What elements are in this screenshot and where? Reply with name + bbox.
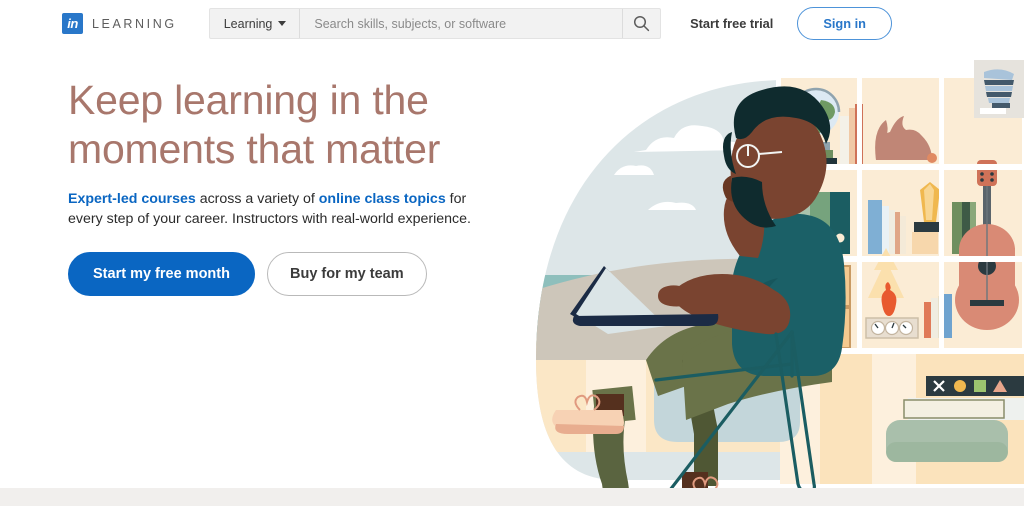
picture-shape-7 — [980, 108, 1006, 114]
tuning-peg-6 — [990, 178, 994, 182]
online-class-topics-link[interactable]: online class topics — [319, 191, 446, 207]
book-ivory-2 — [931, 298, 938, 338]
hero-cta-group: Start my free month Buy for my team — [68, 252, 498, 296]
picture-shape-6 — [992, 103, 1010, 108]
clock-row — [865, 317, 919, 339]
hero-copy: Keep learning in the moments that matter… — [68, 76, 498, 296]
picture-shape-4 — [986, 92, 1012, 97]
linkedin-in-icon: in — [62, 13, 83, 34]
picture-shape-5 — [988, 98, 1010, 103]
footer-band — [0, 488, 1024, 506]
search-bar: Learning — [208, 8, 662, 39]
guitar-headstock — [977, 160, 997, 186]
expert-led-courses-link[interactable]: Expert-led courses — [68, 191, 196, 207]
book-blue-2 — [944, 294, 952, 338]
square-icon — [974, 380, 986, 392]
cat-toy-ball — [927, 153, 937, 163]
picture-shape-2 — [984, 80, 1014, 85]
search-scope-label: Learning — [223, 16, 273, 31]
book-light — [900, 216, 906, 254]
logo-wordmark: LEARNING — [92, 16, 177, 31]
book-salmon — [895, 212, 900, 254]
vase-stand-base — [912, 232, 938, 254]
search-input[interactable] — [300, 9, 623, 38]
shelf-divider-v1 — [857, 78, 862, 352]
search-icon — [634, 15, 650, 32]
tuning-peg-5 — [980, 178, 984, 182]
headline-line-1: Keep learning in the — [68, 77, 429, 123]
framed-picture — [974, 60, 1024, 118]
search-scope-dropdown[interactable]: Learning — [210, 9, 301, 38]
book-white — [882, 206, 889, 254]
page-title: Keep learning in the moments that matter — [68, 76, 498, 174]
hero-illustration — [496, 60, 1024, 490]
book-peach — [849, 108, 855, 166]
ottoman-shadow — [886, 442, 1008, 462]
book-stack-mid — [903, 399, 1005, 419]
buy-for-my-team-button[interactable]: Buy for my team — [266, 252, 427, 296]
subcopy-text-1: across a variety of — [195, 191, 319, 207]
chevron-down-icon — [278, 21, 287, 26]
header-actions: Start free trial Sign in — [690, 7, 892, 40]
book-cream — [840, 116, 849, 166]
sign-in-button[interactable]: Sign in — [797, 7, 892, 40]
site-header: in LEARNING Learning Start free trial Si… — [0, 0, 1024, 47]
shelf-divider-v2 — [939, 78, 944, 352]
hero-illustration-svg — [536, 60, 1024, 490]
hero-subcopy: Expert-led courses across a variety of o… — [68, 190, 488, 229]
picture-shape-3 — [985, 86, 1013, 91]
start-free-trial-link[interactable]: Start free trial — [690, 16, 773, 31]
book-blue-thick — [868, 200, 882, 254]
book-ivory — [889, 210, 895, 254]
laptop-base — [572, 314, 719, 326]
book-red-thin — [924, 302, 931, 338]
start-my-free-month-button[interactable]: Start my free month — [68, 252, 255, 296]
linkedin-learning-logo[interactable]: in LEARNING — [62, 13, 177, 34]
tuning-peg-3 — [980, 172, 984, 176]
guitar-bridge — [970, 300, 1004, 306]
headline-line-2: moments that matter — [68, 126, 441, 172]
circle-icon — [954, 380, 966, 392]
search-submit-button[interactable] — [622, 9, 660, 38]
tuning-peg-4 — [990, 172, 994, 176]
